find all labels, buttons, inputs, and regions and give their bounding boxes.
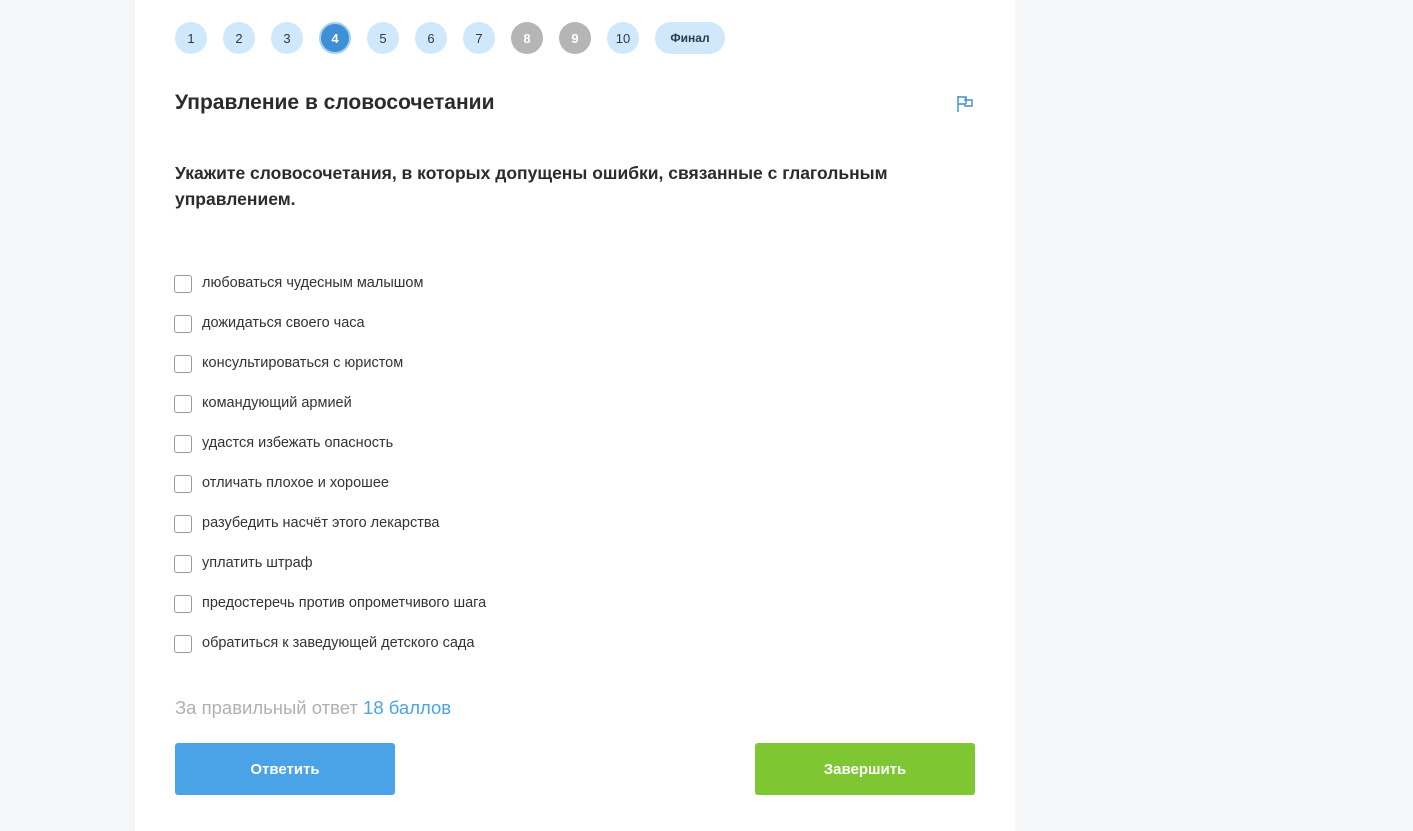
answer-option-label: удастся избежать опасность — [202, 435, 394, 451]
answer-option[interactable]: консультироваться с юристом — [174, 344, 486, 384]
checkbox[interactable] — [174, 635, 192, 653]
answer-option-label: разубедить насчёт этого лекарства — [202, 515, 440, 531]
flag-icon[interactable] — [956, 95, 974, 113]
checkbox[interactable] — [174, 515, 192, 533]
answer-option[interactable]: отличать плохое и хорошее — [174, 464, 486, 504]
finish-button[interactable]: Завершить — [755, 743, 975, 795]
pager-item-5[interactable]: 5 — [367, 22, 399, 54]
answer-option-label: дожидаться своего часа — [202, 315, 365, 331]
answer-options: любоваться чудесным малышом дожидаться с… — [174, 264, 486, 664]
pager-item-2[interactable]: 2 — [223, 22, 255, 54]
pager-item-3[interactable]: 3 — [271, 22, 303, 54]
checkbox[interactable] — [174, 275, 192, 293]
answer-option[interactable]: обратиться к заведующей детского сада — [174, 624, 486, 664]
checkbox[interactable] — [174, 595, 192, 613]
question-pager: 1 2 3 4 5 6 7 8 9 10 Финал — [175, 22, 725, 54]
score-points: 18 баллов — [363, 697, 452, 718]
pager-item-7[interactable]: 7 — [463, 22, 495, 54]
question-text: Укажите словосочетания, в которых допуще… — [175, 163, 888, 209]
pager-item-final[interactable]: Финал — [655, 22, 725, 54]
answer-option[interactable]: предостеречь против опрометчивого шага — [174, 584, 486, 624]
checkbox[interactable] — [174, 395, 192, 413]
pager-item-1[interactable]: 1 — [175, 22, 207, 54]
answer-option-label: обратиться к заведующей детского сада — [202, 635, 475, 651]
score-info: За правильный ответ 18 баллов — [175, 697, 451, 719]
task-card: 1 2 3 4 5 6 7 8 9 10 Финал Управление в … — [135, 0, 1015, 831]
answer-option[interactable]: уплатить штраф — [174, 544, 486, 584]
task-title: Управление в словосочетании — [175, 91, 495, 114]
answer-option[interactable]: удастся избежать опасность — [174, 424, 486, 464]
answer-option[interactable]: дожидаться своего часа — [174, 304, 486, 344]
answer-option-label: консультироваться с юристом — [202, 355, 404, 371]
checkbox[interactable] — [174, 435, 192, 453]
pager-item-10[interactable]: 10 — [607, 22, 639, 54]
pager-item-6[interactable]: 6 — [415, 22, 447, 54]
pager-item-4[interactable]: 4 — [319, 22, 351, 54]
answer-option[interactable]: командующий армией — [174, 384, 486, 424]
checkbox[interactable] — [174, 315, 192, 333]
score-prefix: За правильный ответ — [175, 697, 358, 718]
answer-option-label: отличать плохое и хорошее — [202, 475, 389, 491]
answer-option[interactable]: разубедить насчёт этого лекарства — [174, 504, 486, 544]
answer-option-label: командующий армией — [202, 395, 352, 411]
checkbox[interactable] — [174, 355, 192, 373]
answer-option[interactable]: любоваться чудесным малышом — [174, 264, 486, 304]
checkbox[interactable] — [174, 555, 192, 573]
pager-item-9[interactable]: 9 — [559, 22, 591, 54]
answer-button[interactable]: Ответить — [175, 743, 395, 795]
answer-option-label: предостеречь против опрометчивого шага — [202, 595, 487, 611]
answer-option-label: любоваться чудесным малышом — [202, 275, 424, 291]
answer-option-label: уплатить штраф — [202, 555, 313, 571]
checkbox[interactable] — [174, 475, 192, 493]
pager-item-8[interactable]: 8 — [511, 22, 543, 54]
